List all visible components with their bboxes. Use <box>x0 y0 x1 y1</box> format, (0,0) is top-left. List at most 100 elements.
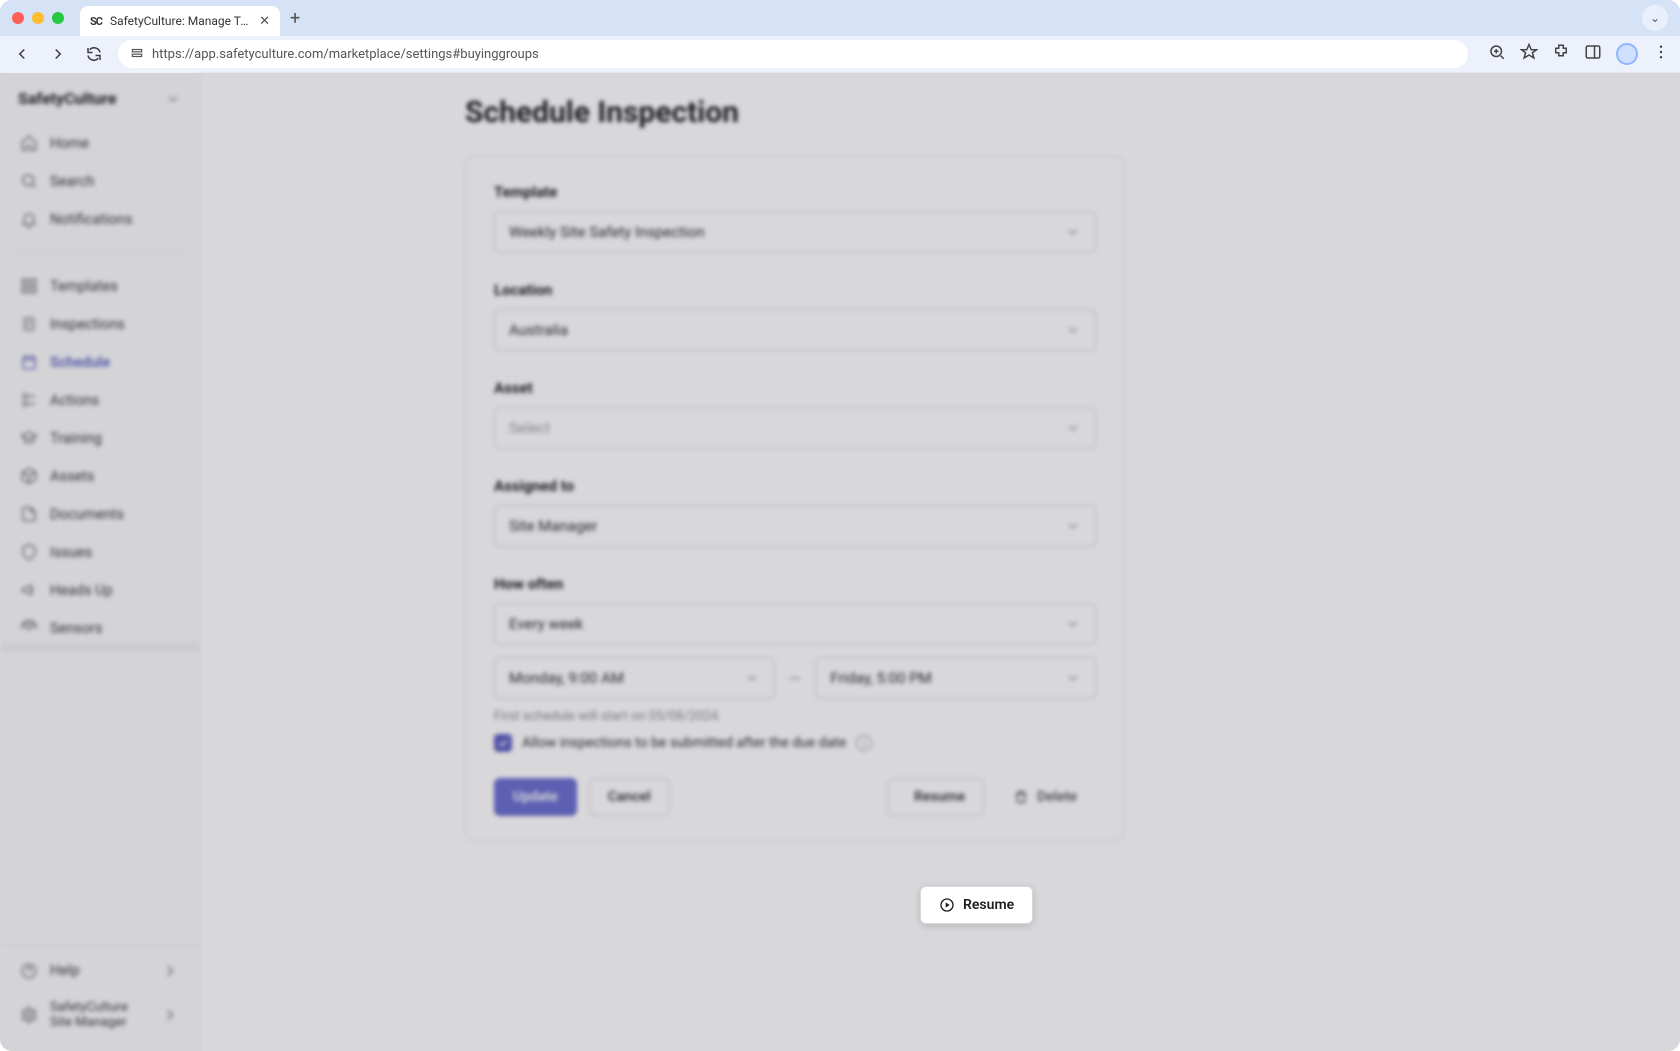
reload-button[interactable] <box>82 42 106 66</box>
chevron-down-icon <box>1065 322 1081 338</box>
kebab-menu-icon[interactable] <box>1652 43 1670 65</box>
maximize-window-icon[interactable] <box>52 12 64 24</box>
chevron-down-icon <box>1065 616 1081 632</box>
template-select[interactable]: Weekly Site Safety Inspection <box>494 211 1096 253</box>
sidebar-item-documents[interactable]: Documents <box>8 495 191 533</box>
field-label-assigned: Assigned to <box>494 477 1096 495</box>
cube-icon <box>20 467 38 485</box>
home-icon <box>20 134 38 152</box>
check-icon <box>497 737 509 749</box>
sidebar-item-label: Home <box>50 135 89 152</box>
sidebar-item-assets[interactable]: Assets <box>8 457 191 495</box>
checklist-icon <box>20 391 38 409</box>
gear-icon <box>20 1006 38 1024</box>
window-controls <box>12 12 64 24</box>
sidebar-primary: Home Search Notifications <box>0 120 199 242</box>
update-button[interactable]: Update <box>494 778 577 816</box>
chevron-down-icon <box>744 670 760 686</box>
sidebar: SafetyCulture Home Search Notifications <box>0 73 200 1051</box>
assigned-select[interactable]: Site Manager <box>494 505 1096 547</box>
graduation-icon <box>20 429 38 447</box>
forward-button[interactable] <box>46 42 70 66</box>
chevron-down-icon <box>1065 224 1081 240</box>
sidebar-item-issues[interactable]: Issues <box>8 533 191 571</box>
profile-role: Site Manager <box>50 1015 128 1031</box>
close-window-icon[interactable] <box>12 12 24 24</box>
sidebar-item-actions[interactable]: Actions <box>8 381 191 419</box>
sidepanel-icon[interactable] <box>1584 43 1602 65</box>
sidebar-item-sensors[interactable]: Sensors <box>8 609 191 647</box>
zoom-icon[interactable] <box>1488 43 1506 65</box>
sidebar-item-label: Templates <box>50 278 118 295</box>
profile-org: SafetyCulture <box>50 1000 128 1016</box>
field-location: Location Australia <box>494 281 1096 351</box>
sidebar-item-label: Help <box>50 962 80 979</box>
field-label-asset: Asset <box>494 379 1096 397</box>
cancel-button[interactable]: Cancel <box>589 778 670 816</box>
form-card: Template Weekly Site Safety Inspection L… <box>465 156 1125 841</box>
cancel-label: Cancel <box>608 789 651 805</box>
sidebar-item-label: Actions <box>50 392 99 409</box>
sidebar-item-templates[interactable]: Templates <box>8 267 191 305</box>
titlebar: SC SafetyCulture: Manage Teams and... ✕ … <box>0 0 1680 36</box>
field-label-howoften: How often <box>494 575 1096 593</box>
sidebar-item-label: Search <box>50 173 95 190</box>
back-button[interactable] <box>10 42 34 66</box>
chevron-down-icon <box>165 91 181 107</box>
play-icon <box>939 897 955 913</box>
sidebar-item-schedule[interactable]: Schedule <box>8 343 191 381</box>
new-tab-button[interactable]: + <box>290 8 300 29</box>
location-select[interactable]: Australia <box>494 309 1096 351</box>
sidebar-item-label: Heads Up <box>50 582 113 599</box>
sidebar-item-home[interactable]: Home <box>8 124 191 162</box>
sidebar-footer: Help SafetyCulture Site Manager <box>0 945 199 1051</box>
browser-tab[interactable]: SC SafetyCulture: Manage Teams and... ✕ <box>80 6 280 36</box>
tab-title: SafetyCulture: Manage Teams and... <box>110 14 251 28</box>
time-range-row: Monday, 9:00 AM — Friday, 5:00 PM <box>494 657 1096 699</box>
sidebar-item-notifications[interactable]: Notifications <box>8 200 191 238</box>
end-time-value: Friday, 5:00 PM <box>830 669 932 687</box>
end-time-select[interactable]: Friday, 5:00 PM <box>815 657 1096 699</box>
delete-button[interactable]: Delete <box>994 778 1096 816</box>
browser-window: SC SafetyCulture: Manage Teams and... ✕ … <box>0 0 1680 1051</box>
resume-button-bg[interactable]: Resume <box>887 778 984 816</box>
resume-label: Resume <box>963 897 1014 913</box>
trash-icon <box>1013 789 1029 805</box>
asset-select[interactable]: Select <box>494 407 1096 449</box>
url-input[interactable] <box>152 47 1456 62</box>
template-value: Weekly Site Safety Inspection <box>509 223 705 241</box>
info-icon[interactable]: i <box>856 735 872 751</box>
field-howoften: How often Every week Monday, 9:00 AM <box>494 575 1096 752</box>
sidebar-item-label: Training <box>50 430 102 447</box>
tabs-dropdown-icon[interactable]: ⌄ <box>1642 5 1668 31</box>
allow-late-row[interactable]: Allow inspections to be submitted after … <box>494 734 1096 752</box>
sidebar-item-search[interactable]: Search <box>8 162 191 200</box>
field-template: Template Weekly Site Safety Inspection <box>494 183 1096 253</box>
app-viewport: SafetyCulture Home Search Notifications <box>0 72 1680 1051</box>
sidebar-item-label: Documents <box>50 506 124 523</box>
shield-icon <box>20 543 38 561</box>
sidebar-item-profile[interactable]: SafetyCulture Site Manager <box>8 990 191 1041</box>
sidebar-item-inspections[interactable]: Inspections <box>8 305 191 343</box>
sidebar-item-training[interactable]: Training <box>8 419 191 457</box>
sidebar-item-headsup[interactable]: Heads Up <box>8 571 191 609</box>
extensions-icon[interactable] <box>1552 43 1570 65</box>
checkbox-allow-late[interactable] <box>494 734 512 752</box>
url-bar[interactable] <box>118 40 1468 68</box>
frequency-select[interactable]: Every week <box>494 603 1096 645</box>
form-actions: Update Cancel Resume <box>494 778 1096 816</box>
start-time-select[interactable]: Monday, 9:00 AM <box>494 657 775 699</box>
resume-button[interactable]: Resume <box>920 886 1033 924</box>
app-root: SafetyCulture Home Search Notifications <box>0 73 1680 1051</box>
sidebar-item-help[interactable]: Help <box>8 952 191 990</box>
site-settings-icon[interactable] <box>130 46 144 63</box>
org-switcher[interactable]: SafetyCulture <box>0 73 199 120</box>
bookmark-icon[interactable] <box>1520 43 1538 65</box>
help-icon <box>20 962 38 980</box>
close-tab-icon[interactable]: ✕ <box>259 14 270 29</box>
profile-avatar-icon[interactable] <box>1616 43 1638 65</box>
bell-icon <box>20 210 38 228</box>
minimize-window-icon[interactable] <box>32 12 44 24</box>
field-label-template: Template <box>494 183 1096 201</box>
sidebar-item-label: Assets <box>50 468 94 485</box>
